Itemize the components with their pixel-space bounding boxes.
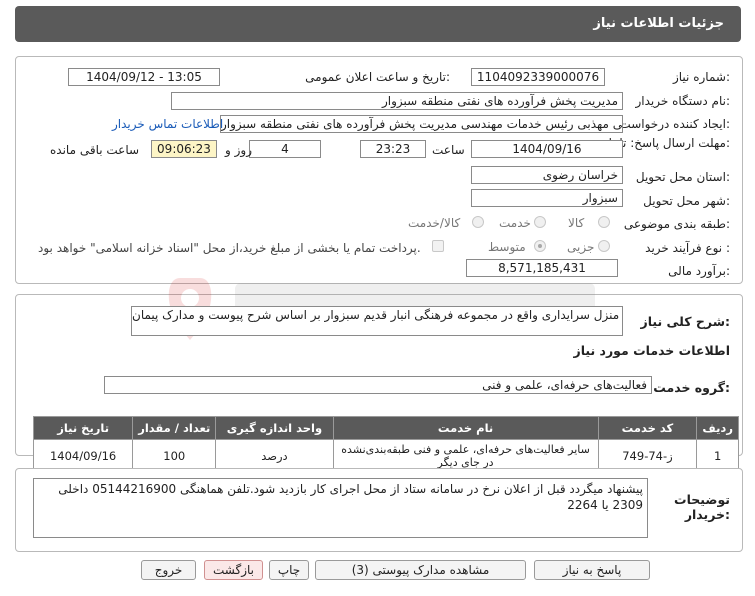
description-text: تعمیرات منزل سرایداری واقع در مجموعه فره… (132, 308, 623, 322)
print-button[interactable]: چاپ (269, 560, 309, 580)
creator-label: ایجاد کننده درخواست: (619, 117, 730, 131)
category-label: طبقه بندی موضوعی: (623, 217, 730, 231)
table-header-row: تاریخ نیاز تعداد / مقدار واحد اندازه گیر… (32, 416, 739, 440)
treasury-payment-note: پرداخت تمام یا بخشی از مبلغ خرید،از محل … (38, 241, 421, 255)
column-unit: واحد اندازه گیری (215, 416, 334, 440)
category-service-label: خدمت (499, 216, 531, 230)
reply-button[interactable]: پاسخ به نیاز (534, 560, 650, 580)
service-group-field: فعالیت‌های حرفه‌ای، علمی و فنی (104, 376, 652, 394)
service-group-label: گروه خدمت: (653, 380, 730, 395)
column-code: کد خدمت (597, 416, 698, 440)
buyer-contact-link[interactable]: اطلاعات تماس خریدار (112, 117, 223, 131)
category-goods-service-label: کالا/خدمت (408, 216, 461, 230)
category-goods-service-radio[interactable] (472, 216, 484, 228)
province-field: خراسان رضوی (471, 166, 623, 184)
deadline-date-field: 1404/09/16 (471, 140, 623, 158)
buyer-notes-textarea[interactable]: پیشنهاد میگردد قبل از اعلان نرخ در سامان… (33, 478, 648, 538)
city-field: سبزوار (471, 189, 623, 207)
process-minor-label: جزیی (567, 240, 595, 254)
column-row: ردیف (696, 416, 739, 440)
description-label: شرح کلی نیاز: (640, 314, 731, 329)
remaining-days-field: 4 (249, 140, 321, 158)
city-label: شهر محل تحویل: (643, 194, 730, 208)
process-minor-radio[interactable] (598, 240, 610, 252)
announce-date-field: 1404/09/12 - 13:05 (68, 68, 220, 86)
remaining-label: ساعت باقی مانده (50, 143, 140, 157)
category-service-radio[interactable] (534, 216, 546, 228)
services-section-title: اطلاعات خدمات مورد نیاز (573, 343, 731, 358)
column-name: نام خدمت (332, 416, 599, 440)
page-header: جزئیات اطلاعات نیاز (15, 6, 741, 42)
province-label: استان محل تحویل: (635, 170, 730, 184)
treasury-payment-checkbox[interactable] (432, 240, 444, 252)
category-goods-radio[interactable] (598, 216, 610, 228)
column-qty: تعداد / مقدار (132, 416, 217, 440)
category-goods-label: کالا (568, 216, 585, 230)
process-medium-radio[interactable] (534, 240, 546, 252)
description-textarea[interactable]: تعمیرات منزل سرایداری واقع در مجموعه فره… (131, 306, 623, 336)
back-button[interactable]: بازگشت (204, 560, 263, 580)
exit-button[interactable]: خروج (141, 560, 196, 580)
process-label: نوع فرآیند خرید : (645, 241, 730, 255)
buyer-notes-text: پیشنهاد میگردد قبل از اعلان نرخ در سامان… (58, 482, 643, 512)
estimate-label: برآورد مالی: (668, 264, 730, 278)
creator-field: مجتبی مهذبی رئیس خدمات مهندسی مدیریت پخش… (220, 115, 623, 133)
page-title: جزئیات اطلاعات نیاز (593, 16, 724, 31)
buyer-org-label: نام دستگاه خریدار: (635, 94, 731, 108)
days-label: روز و (225, 143, 252, 157)
buyer-org-field: مدیریت پخش فرآورده های نفتی منطقه سبزوار (171, 92, 623, 110)
deadline-time-field: 23:23 (360, 140, 426, 158)
need-number-label: شماره نیاز: (672, 70, 730, 84)
services-table: تاریخ نیاز تعداد / مقدار واحد اندازه گیر… (32, 416, 739, 473)
remaining-time-field: 09:06:23 (151, 140, 217, 158)
buyer-notes-label: توضیحات خریدار: (674, 492, 730, 522)
need-number-field: 1104092339000076 (471, 68, 605, 86)
announce-date-label: تاریخ و ساعت اعلان عمومی: (305, 70, 450, 84)
view-attachments-button[interactable]: مشاهده مدارک پیوستی (3) (315, 560, 526, 580)
deadline-time-label: ساعت (432, 143, 465, 157)
column-date: تاریخ نیاز (32, 416, 134, 440)
process-medium-label: متوسط (488, 240, 526, 254)
